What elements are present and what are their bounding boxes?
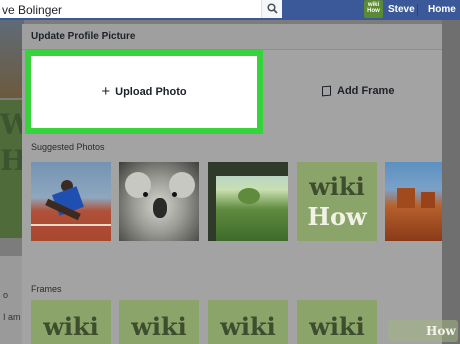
search-button[interactable] [261, 0, 282, 18]
frame-option[interactable]: wiki [31, 300, 111, 344]
frame-word: wiki [220, 312, 276, 341]
upload-photo-button[interactable]: + Upload Photo [25, 50, 263, 134]
home-link[interactable]: Home [428, 4, 456, 15]
wikihow-logo-word: wiki [309, 172, 365, 201]
suggested-photo-koala[interactable] [119, 162, 199, 241]
field-icon [208, 162, 288, 176]
upload-photo-label: Upload Photo [115, 86, 187, 98]
profile-picture: W Ho [0, 100, 45, 238]
suggested-photo-wikihow[interactable]: wiki How [297, 162, 377, 241]
cover-photo [0, 20, 24, 98]
profile-link[interactable]: Steve [388, 4, 415, 15]
watermark: How [388, 320, 458, 342]
watermark-text: How [426, 324, 456, 338]
add-frame-label: Add Frame [337, 85, 395, 97]
frame-icon [322, 85, 331, 97]
dialog-header: Update Profile Picture [22, 24, 442, 50]
suggested-photos-heading: Suggested Photos [31, 142, 105, 152]
add-frame-button[interactable]: Add Frame [322, 80, 394, 102]
canyon-icon [397, 188, 415, 208]
search-input[interactable]: ve Bolinger [0, 0, 282, 18]
top-nav-bar: ve Bolinger wiki How Steve Home [0, 0, 460, 20]
nav-divider [417, 4, 418, 16]
avatar[interactable]: wiki How [364, 0, 383, 18]
frame-word: wiki [309, 312, 365, 341]
frames-heading: Frames [31, 284, 62, 294]
frame-word: wiki [131, 312, 187, 341]
search-icon [267, 3, 278, 14]
frame-option[interactable]: wiki [208, 300, 288, 344]
frame-word: wiki [43, 312, 99, 341]
suggested-photo-field[interactable] [208, 162, 288, 241]
suggested-photo-runner[interactable] [31, 162, 111, 241]
search-input-value: ve Bolinger [2, 3, 63, 17]
wikihow-logo-word: How [307, 202, 367, 231]
dialog-title: Update Profile Picture [31, 31, 136, 42]
right-column [442, 20, 460, 344]
avatar-text: wiki How [367, 2, 380, 14]
frame-option[interactable]: wiki [297, 300, 377, 344]
intro-snippet: o [3, 290, 9, 300]
plus-icon: + [101, 83, 111, 100]
intro-card: o I am [0, 256, 24, 344]
frame-option[interactable]: wiki [119, 300, 199, 344]
suggested-photo-canyon[interactable] [385, 162, 442, 241]
intro-snippet: I am [3, 312, 21, 322]
